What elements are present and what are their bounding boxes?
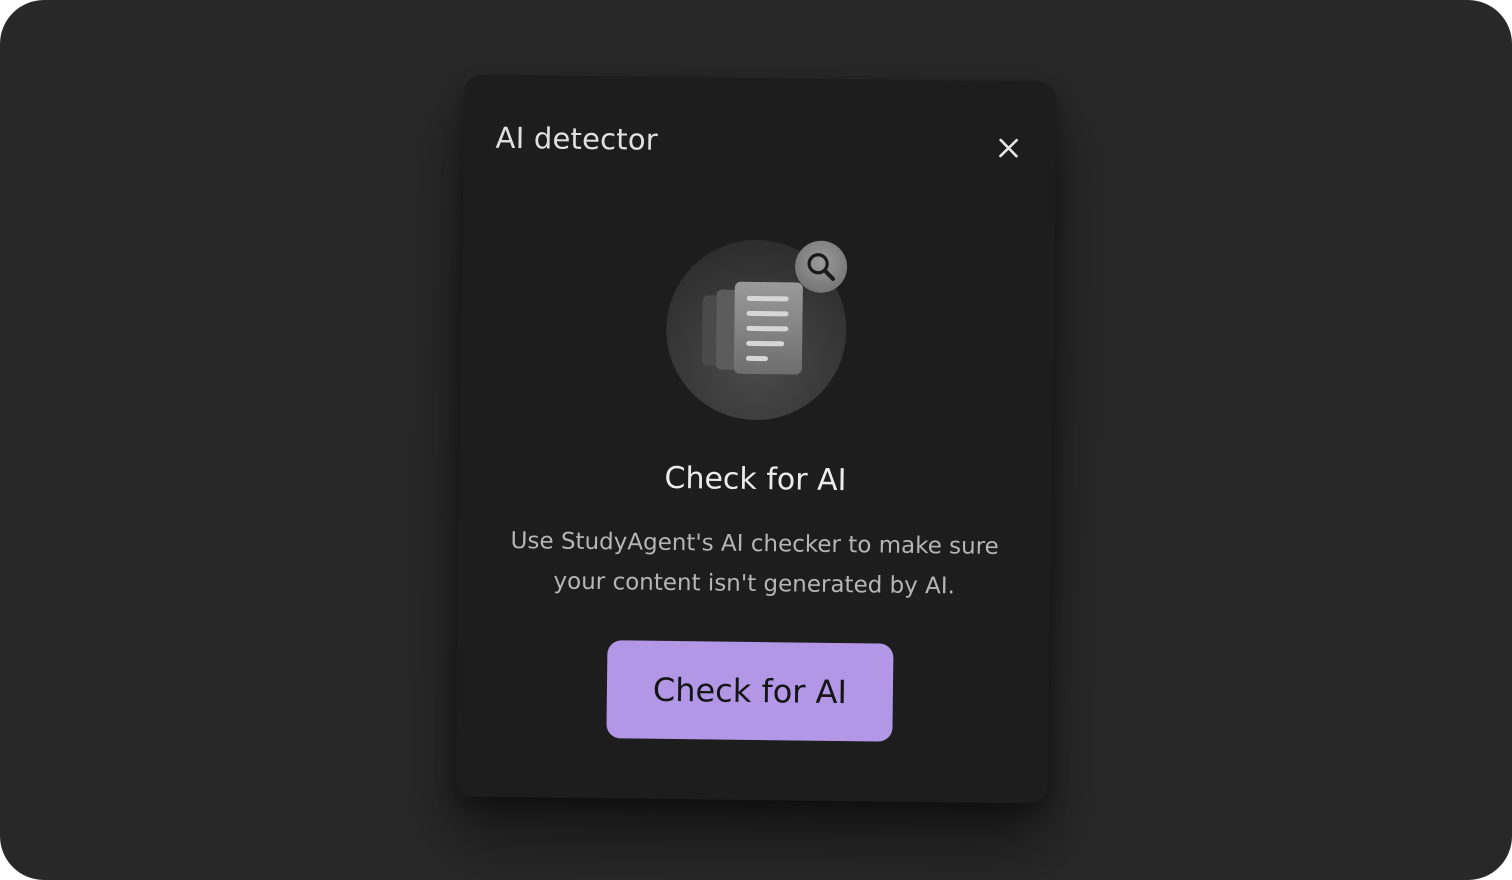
check-for-ai-button[interactable]: Check for AI xyxy=(606,640,894,742)
ai-detector-dialog: AI detector Check for AI Use StudyAgent'… xyxy=(455,74,1057,804)
app-background: AI detector Check for AI Use StudyAgent'… xyxy=(0,0,1512,880)
document-line xyxy=(746,295,789,302)
document-line xyxy=(746,340,785,347)
search-icon xyxy=(794,240,848,294)
check-heading: Check for AI xyxy=(664,460,847,499)
document-line xyxy=(746,325,789,332)
close-icon xyxy=(997,137,1019,159)
close-button[interactable] xyxy=(991,131,1025,165)
document-line xyxy=(745,355,769,362)
check-description: Use StudyAgent's AI checker to make sure… xyxy=(510,528,999,600)
documents-icon xyxy=(733,281,803,375)
document-line xyxy=(746,310,789,317)
dialog-title: AI detector xyxy=(495,120,659,157)
ai-check-illustration xyxy=(665,238,851,425)
